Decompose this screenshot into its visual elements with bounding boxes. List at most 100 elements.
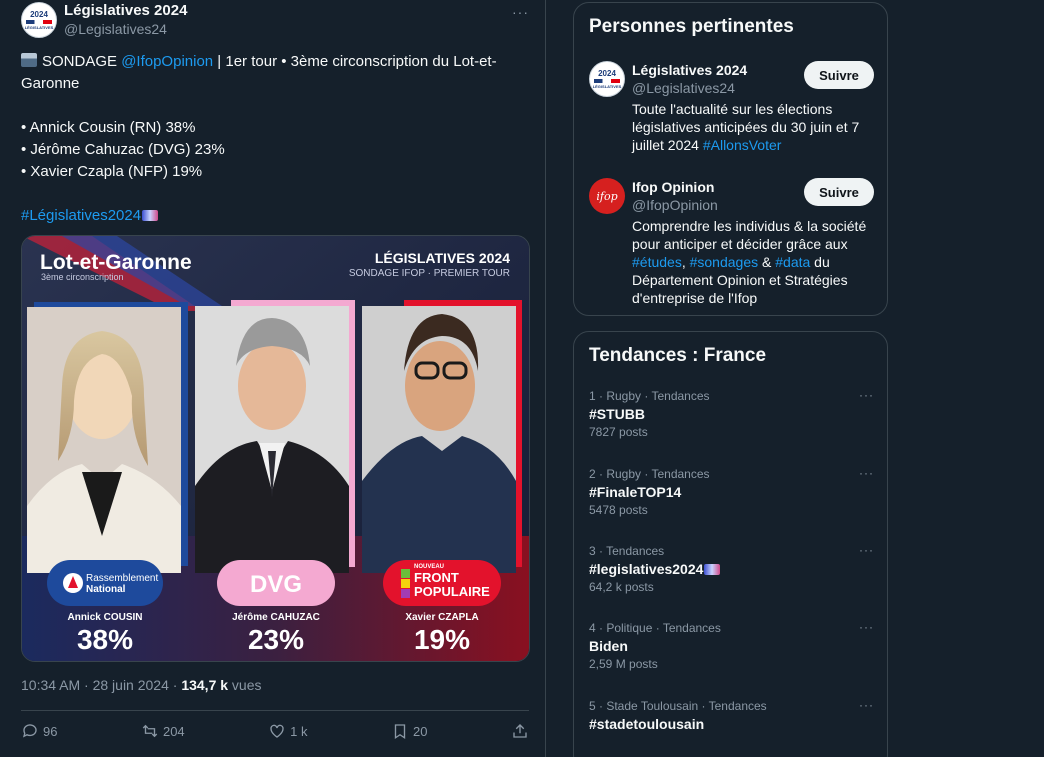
hashtag-emoji-icon	[704, 564, 721, 575]
person-bio: Toute l'actualité sur les élections légi…	[632, 100, 874, 154]
trend-tag[interactable]: #STUBB	[589, 404, 874, 424]
bio-hashtag[interactable]: #sondages	[690, 254, 759, 270]
poll-poster: Lot-et-Garonne 3ème circonscription LÉGI…	[22, 236, 529, 661]
person-card[interactable]: 2024 LÉGISLATIVES Législatives 2024 @Leg…	[589, 61, 874, 154]
author-handle[interactable]: @Legislatives24	[64, 20, 187, 38]
follow-button[interactable]: Suivre	[804, 178, 874, 206]
tweet-meta: 10:34 AM · 28 juin 2024 · 134,7 k vues	[21, 677, 262, 693]
trend-tag[interactable]: #FinaleTOP14	[589, 482, 874, 502]
trend-item[interactable]: 3 · Tendances #legislatives2024 64,2 k p…	[589, 543, 874, 595]
candidate-percent: 23%	[248, 624, 304, 655]
poster-subtitle: 3ème circonscription	[41, 272, 124, 282]
bio-text: ,	[681, 254, 690, 270]
like-count: 1 k	[290, 723, 308, 739]
divider	[21, 710, 529, 711]
trends-panel: Tendances : France 1 · Rugby · Tendances…	[573, 331, 888, 757]
trend-item[interactable]: 4 · Politique · Tendances Biden 2,59 M p…	[589, 620, 874, 672]
bookmark-count: 20	[413, 723, 428, 739]
party-label-line2: National	[86, 584, 126, 595]
hashtag-link[interactable]: #Législatives2024	[21, 207, 141, 224]
bookmark-icon	[394, 724, 406, 740]
hashtag-emoji-icon	[142, 210, 159, 221]
views-label: vues	[228, 677, 262, 693]
tweet-actions: 96 204 1 k 20	[21, 718, 529, 744]
avatar-label: LÉGISLATIVES	[592, 84, 622, 89]
person-avatar[interactable]: ifop	[589, 178, 625, 214]
trend-tag-text: #legislatives2024	[589, 561, 704, 577]
trend-context: 5 · Stade Toulousain · Tendances	[589, 699, 767, 713]
trend-count: 7827 posts	[589, 425, 648, 439]
reply-icon	[22, 724, 37, 738]
ballot-box-icon	[21, 53, 37, 67]
trend-context: 2 · Rugby · Tendances	[589, 467, 710, 481]
more-options-icon[interactable]: ···	[859, 466, 874, 480]
trend-context: 4 · Politique · Tendances	[589, 621, 721, 635]
party-label-line1: FRONT	[414, 570, 459, 585]
author-avatar[interactable]: 2024 LÉGISLATIVES	[21, 2, 57, 38]
poll-image[interactable]: Lot-et-Garonne 3ème circonscription LÉGI…	[21, 235, 530, 662]
relevant-people-panel: Personnes pertinentes 2024 LÉGISLATIVES …	[573, 2, 888, 316]
person-avatar[interactable]: 2024 LÉGISLATIVES	[589, 61, 625, 97]
retweet-count: 204	[162, 723, 185, 739]
avatar-year: 2024	[30, 10, 48, 19]
poster-title: Lot-et-Garonne	[40, 251, 192, 274]
tweet-text-prefix: SONDAGE	[42, 53, 122, 70]
follow-button[interactable]: Suivre	[804, 61, 874, 89]
more-options-icon[interactable]: ···	[859, 620, 874, 634]
candidate-percent: 38%	[77, 624, 133, 655]
avatar-year: 2024	[598, 69, 616, 78]
avatar-label: LÉGISLATIVES	[24, 25, 54, 30]
tweet[interactable]: 2024 LÉGISLATIVES Législatives 2024 @Leg…	[0, 0, 545, 757]
trend-tag[interactable]: #legislatives2024	[589, 559, 874, 579]
tweet-timestamp[interactable]: 10:34 AM · 28 juin 2024 ·	[21, 677, 181, 693]
tweet-author[interactable]: 2024 LÉGISLATIVES Législatives 2024 @Leg…	[21, 2, 187, 42]
like-button[interactable]: 1 k	[268, 722, 308, 740]
bio-hashtag[interactable]: #AllonsVoter	[703, 137, 782, 153]
timeline-column: 2024 LÉGISLATIVES Législatives 2024 @Leg…	[0, 0, 546, 757]
panel-title: Personnes pertinentes	[589, 16, 794, 37]
heart-icon	[270, 724, 284, 738]
candidate-percent: 19%	[414, 624, 470, 655]
tweet-text: SONDAGE @IfopOpinion | 1er tour • 3ème c…	[21, 51, 531, 227]
avatar-flag	[26, 20, 52, 24]
bullet-line: • Jérôme Cahuzac (DVG) 23%	[21, 141, 225, 158]
trend-item[interactable]: 5 · Stade Toulousain · Tendances #stadet…	[589, 698, 874, 734]
bullet-line: • Xavier Czapla (NFP) 19%	[21, 163, 203, 180]
poster-head-title: LÉGISLATIVES 2024	[375, 250, 510, 266]
trend-tag[interactable]: #stadetoulousain	[589, 714, 874, 734]
candidate-name: Annick COUSIN	[67, 612, 142, 623]
bio-hashtag[interactable]: #études	[632, 254, 682, 270]
trend-count: 5478 posts	[589, 503, 648, 517]
trend-count: 2,59 M posts	[589, 657, 658, 671]
candidate-name: Jérôme CAHUZAC	[232, 612, 320, 623]
person-card[interactable]: ifop Ifop Opinion @IfopOpinion Comprendr…	[589, 178, 874, 307]
trend-item[interactable]: 2 · Rugby · Tendances #FinaleTOP14 5478 …	[589, 466, 874, 518]
bookmark-button[interactable]: 20	[391, 722, 427, 740]
bio-hashtag[interactable]: #data	[775, 254, 810, 270]
trend-count: 64,2 k posts	[589, 580, 654, 594]
share-button[interactable]	[511, 722, 529, 740]
candidate-name: Xavier CZAPLA	[405, 612, 478, 623]
more-options-icon[interactable]: ···	[512, 4, 529, 20]
panel-title: Tendances : France	[589, 345, 767, 366]
ifop-logo: ifop	[596, 189, 618, 203]
retweet-button[interactable]: 204	[141, 722, 185, 740]
reply-button[interactable]: 96	[21, 722, 57, 740]
more-options-icon[interactable]: ···	[859, 698, 874, 712]
more-options-icon[interactable]: ···	[859, 388, 874, 402]
party-label-line2: POPULAIRE	[414, 584, 490, 599]
trend-context: 3 · Tendances	[589, 544, 665, 558]
person-bio: Comprendre les individus & la société po…	[632, 217, 874, 307]
more-options-icon[interactable]: ···	[859, 543, 874, 557]
trend-context: 1 · Rugby · Tendances	[589, 389, 710, 403]
share-icon	[513, 724, 527, 738]
bullet-line: • Annick Cousin (RN) 38%	[21, 119, 196, 136]
author-name[interactable]: Législatives 2024	[64, 2, 187, 20]
trend-tag[interactable]: Biden	[589, 636, 874, 656]
trend-item[interactable]: 1 · Rugby · Tendances #STUBB 7827 posts …	[589, 388, 874, 440]
mention-link[interactable]: @IfopOpinion	[121, 53, 213, 70]
bio-text: Comprendre les individus & la société po…	[632, 218, 867, 252]
party-label-line1: Rassemblement	[86, 573, 158, 584]
party-label-line1: DVG	[250, 571, 302, 598]
views-count: 134,7 k	[181, 677, 229, 693]
